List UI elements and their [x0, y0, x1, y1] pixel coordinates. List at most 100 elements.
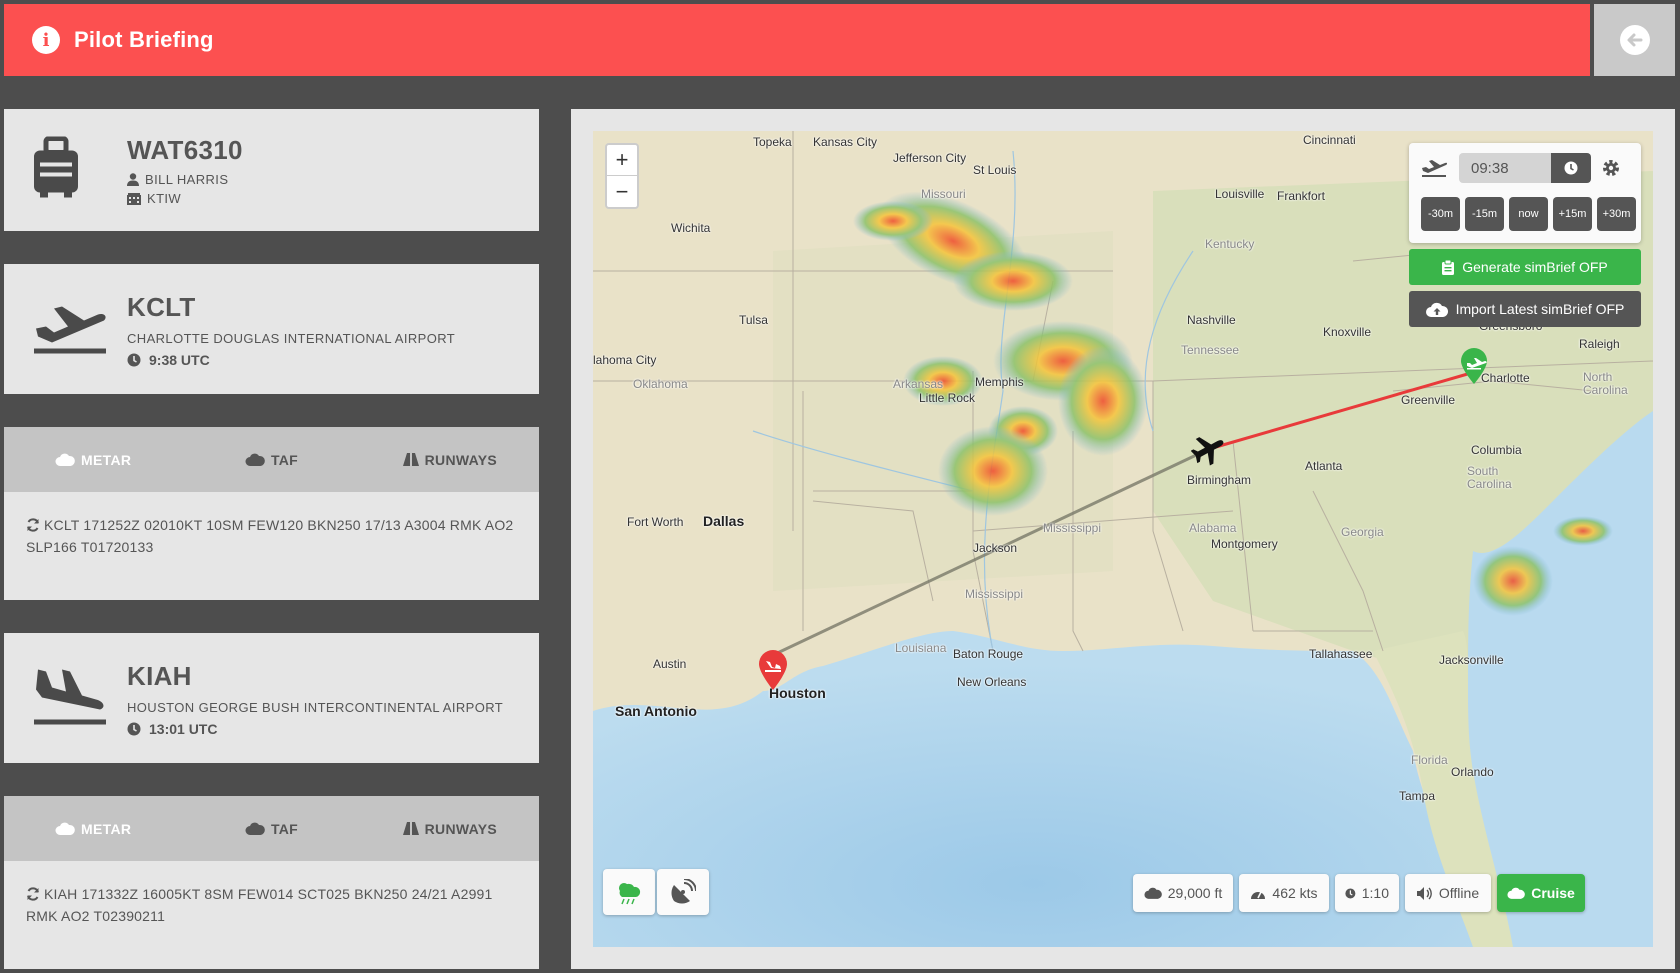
- refresh-icon[interactable]: [26, 887, 40, 901]
- zoom-in-button[interactable]: +: [607, 145, 637, 176]
- state-label: Mississippi: [965, 587, 1024, 601]
- suitcase-icon: [32, 136, 80, 204]
- back-button[interactable]: [1594, 4, 1675, 76]
- time-box: -30m -15m now +15m +30m: [1409, 143, 1641, 243]
- departure-icao: KCLT: [127, 292, 196, 322]
- arrival-airport-name: HOUSTON GEORGE BUSH INTERCONTINENTAL AIR…: [127, 700, 504, 715]
- departure-tabs: METAR TAF RUNWAYS: [4, 427, 539, 492]
- plane-departure-icon: [1422, 160, 1447, 177]
- offset-now-button[interactable]: now: [1509, 197, 1548, 231]
- aircraft-icon[interactable]: [1190, 431, 1227, 472]
- route-map[interactable]: Topeka Kansas City Jefferson City St Lou…: [593, 131, 1653, 947]
- tab-taf[interactable]: TAF: [182, 796, 360, 861]
- city-label: Tampa: [1399, 789, 1436, 803]
- zoom-control: + −: [605, 143, 639, 209]
- tab-runways[interactable]: RUNWAYS: [361, 796, 539, 861]
- offset-minus-15-button[interactable]: -15m: [1465, 197, 1504, 231]
- flight-phase-badge: Cruise: [1497, 874, 1585, 912]
- departure-airport-name: CHARLOTTE DOUGLAS INTERNATIONAL AIRPORT: [127, 331, 456, 346]
- state-label: Georgia: [1341, 525, 1384, 539]
- info-icon: i: [32, 26, 60, 54]
- offset-minus-30-button[interactable]: -30m: [1421, 197, 1460, 231]
- time-offsets: -30m -15m now +15m +30m: [1421, 197, 1636, 231]
- state-label: Kentucky: [1205, 237, 1255, 251]
- road-icon: [402, 453, 419, 466]
- city-label: Atlanta: [1305, 459, 1343, 473]
- tab-metar[interactable]: METAR: [4, 796, 182, 861]
- state-label: Arkansas: [893, 377, 944, 391]
- gear-icon[interactable]: [1601, 158, 1621, 178]
- altitude-stat: 29,000 ft: [1133, 874, 1233, 912]
- offset-plus-30-button[interactable]: +30m: [1597, 197, 1636, 231]
- plane-departure-icon: [32, 299, 108, 360]
- departure-metar: KCLT 171252Z 02010KT 10SM FEW120 BKN250 …: [4, 492, 539, 600]
- city-label: Jefferson City: [893, 151, 967, 165]
- refresh-icon[interactable]: [26, 518, 40, 532]
- state-label: North Carolina: [1583, 370, 1628, 397]
- state-label: South Carolina: [1467, 464, 1512, 491]
- city-label: Kansas City: [813, 135, 878, 149]
- state-label: Tennessee: [1181, 343, 1240, 357]
- state-label: Florida: [1411, 753, 1448, 767]
- import-simbrief-button[interactable]: Import Latest simBrief OFP: [1409, 291, 1641, 327]
- map-panel: Topeka Kansas City Jefferson City St Lou…: [571, 109, 1675, 969]
- clock-icon: [1564, 161, 1578, 175]
- cloud-icon: [55, 822, 75, 835]
- audio-status-button[interactable]: Offline: [1405, 874, 1491, 912]
- plane-arrival-icon: [32, 666, 108, 731]
- cloud-icon: [55, 453, 75, 466]
- tab-runways[interactable]: RUNWAYS: [361, 427, 539, 492]
- offset-plus-15-button[interactable]: +15m: [1553, 197, 1592, 231]
- time-input[interactable]: [1459, 153, 1551, 183]
- city-label: Dallas: [703, 513, 745, 529]
- tab-taf[interactable]: TAF: [182, 427, 360, 492]
- duration-stat: 1:10: [1335, 874, 1399, 912]
- arrival-marker[interactable]: [757, 649, 789, 696]
- clock-icon: [1345, 888, 1356, 898]
- city-label: Topeka: [753, 135, 792, 149]
- zoom-out-button[interactable]: −: [607, 176, 637, 207]
- departure-time: 9:38 UTC: [127, 352, 455, 368]
- city-label: Austin: [653, 657, 687, 671]
- speedometer-icon: [1251, 891, 1266, 899]
- arrival-time: 13:01 UTC: [127, 721, 503, 737]
- arrival-icao: KIAH: [127, 661, 192, 691]
- state-label: Missouri: [921, 187, 966, 201]
- speaker-icon: [1416, 886, 1432, 900]
- state-label: Alabama: [1189, 521, 1237, 535]
- clock-button[interactable]: [1551, 153, 1591, 183]
- city-label: Fort Worth: [627, 515, 684, 529]
- weather-layer-button[interactable]: [603, 869, 655, 915]
- arrival-card: KIAH HOUSTON GEORGE BUSH INTERCONTINENTA…: [4, 633, 539, 763]
- city-label: New Orleans: [957, 675, 1027, 689]
- satellite-dish-icon: [671, 879, 696, 904]
- city-label: Montgomery: [1211, 537, 1278, 551]
- city-label: St Louis: [973, 163, 1017, 177]
- radar-layer-button[interactable]: [657, 869, 709, 915]
- tab-metar[interactable]: METAR: [4, 427, 182, 492]
- state-label: Oklahoma: [633, 377, 688, 391]
- flight-card: WAT6310 BILL HARRIS KTIW: [4, 109, 539, 231]
- departure-marker[interactable]: [1459, 347, 1489, 390]
- generate-simbrief-button[interactable]: Generate simBrief OFP: [1409, 249, 1641, 285]
- company-code: KTIW: [127, 191, 243, 206]
- arrow-left-icon: [1619, 25, 1650, 55]
- cloud-icon: [245, 822, 265, 835]
- city-label: Wichita: [671, 221, 711, 235]
- callsign: WAT6310: [127, 135, 243, 165]
- header-bar: i Pilot Briefing: [4, 4, 1590, 76]
- city-label: Raleigh: [1579, 337, 1620, 351]
- arrival-tabs: METAR TAF RUNWAYS: [4, 796, 539, 861]
- cloud-icon: [1507, 887, 1526, 899]
- city-label: Jackson: [973, 541, 1018, 555]
- city-label: lahoma City: [593, 353, 657, 367]
- city-label: Little Rock: [919, 391, 976, 405]
- city-label: Birmingham: [1187, 473, 1252, 487]
- building-icon: [127, 192, 141, 205]
- city-label: Knoxville: [1323, 325, 1372, 339]
- city-label: Columbia: [1471, 443, 1522, 457]
- cloud-icon: [245, 453, 265, 466]
- city-label: San Antonio: [615, 703, 697, 719]
- city-label: Memphis: [975, 375, 1024, 389]
- city-label: Frankfort: [1277, 189, 1326, 203]
